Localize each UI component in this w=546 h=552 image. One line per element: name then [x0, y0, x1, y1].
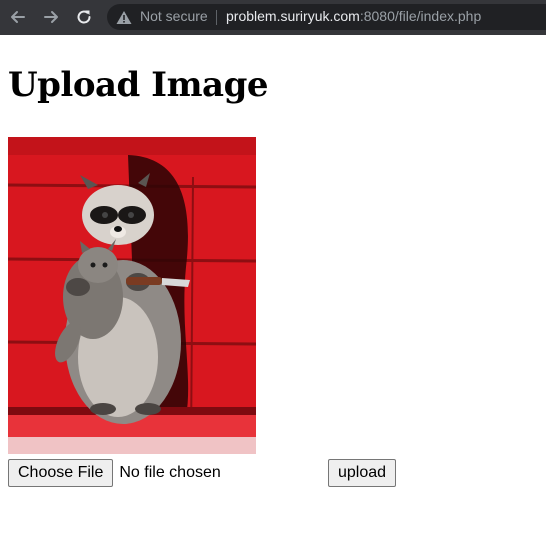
- address-bar[interactable]: Not secure problem.suriryuk.com:8080/fil…: [107, 4, 546, 30]
- forward-button[interactable]: [41, 8, 61, 26]
- back-button[interactable]: [8, 8, 28, 26]
- upload-button[interactable]: upload: [328, 459, 397, 487]
- not-secure-label[interactable]: Not secure: [140, 8, 208, 24]
- reload-button[interactable]: [74, 8, 94, 26]
- page-title: Upload Image: [8, 65, 268, 105]
- choose-file-button[interactable]: Choose File: [8, 459, 114, 487]
- arrow-right-icon: [44, 11, 58, 23]
- warning-triangle-icon[interactable]: [116, 10, 132, 25]
- reload-icon: [77, 10, 91, 24]
- url-host: problem.suriryuk.com: [226, 8, 360, 24]
- url-text[interactable]: problem.suriryuk.com:8080/file/index.php: [226, 8, 481, 24]
- url-path: :8080/file/index.php: [359, 8, 482, 24]
- address-separator: [216, 10, 217, 25]
- file-input[interactable]: Choose File No file chosen: [8, 459, 221, 487]
- browser-toolbar: Not secure problem.suriryuk.com:8080/fil…: [0, 0, 546, 35]
- raccoon-image-illustration: [8, 137, 256, 454]
- uploaded-image: [8, 137, 256, 454]
- arrow-left-icon: [11, 11, 25, 23]
- file-status-text[interactable]: No file chosen: [119, 464, 220, 482]
